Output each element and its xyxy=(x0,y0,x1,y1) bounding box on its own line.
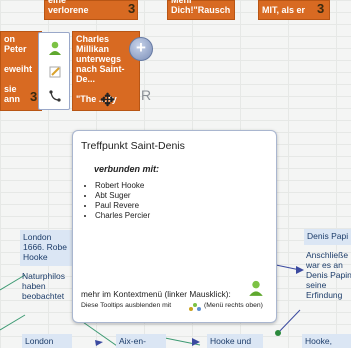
node-count: 3 xyxy=(317,1,325,16)
node-title[interactable]: Hooke und xyxy=(207,334,263,348)
node-title[interactable]: London xyxy=(22,334,72,348)
tooltip-subtitle: verbunden mit: xyxy=(94,164,160,174)
list-item: Robert Hooke xyxy=(95,181,150,191)
user-icon[interactable] xyxy=(46,39,64,57)
tooltip-more-text: mehr im Kontextmenü (linker Mausklick): xyxy=(81,289,231,299)
node-text: Mehr Dich!"Rausch xyxy=(171,0,231,15)
node-title[interactable]: Aix-en- xyxy=(116,334,166,348)
node-toolbar xyxy=(38,32,70,110)
node-text: on Peter eweiht sie ann xyxy=(4,34,33,104)
node-text: eine verlorene xyxy=(48,0,89,15)
resize-icon: R xyxy=(141,87,152,103)
node-card[interactable]: MIT, als er 3 xyxy=(258,0,330,20)
tooltip-hide-text: Diese Tooltips ausblenden mit xyxy=(81,302,172,309)
move-cursor-icon: ✥ xyxy=(100,90,116,110)
tooltip-hide-hint: (Menü rechts oben) xyxy=(204,302,263,309)
list-item: Paul Revere xyxy=(95,201,150,211)
node-text: Anschließe war es an Denis Papin seine E… xyxy=(306,250,351,300)
zoom-in-icon[interactable]: + xyxy=(129,37,153,61)
node-count: 3 xyxy=(128,1,136,16)
map-canvas[interactable]: eine verlorene 3 Mehr Dich!"Rausch MIT, … xyxy=(0,0,351,348)
node-tooltip: Treffpunkt Saint-Denis verbunden mit: Ro… xyxy=(72,130,277,323)
node-card[interactable]: Mehr Dich!"Rausch xyxy=(167,0,235,20)
list-item: Abt Suger xyxy=(95,191,150,201)
node-title[interactable]: London 1666. Robe Hooke xyxy=(20,230,72,266)
tooltip-title: Treffpunkt Saint-Denis xyxy=(81,140,185,152)
node-text: MIT, als er xyxy=(262,5,306,15)
menu-dots-icon xyxy=(188,299,202,317)
connection-list: Robert Hooke Abt Suger Paul Revere Charl… xyxy=(81,181,150,221)
connect-icon[interactable] xyxy=(46,87,64,105)
node-count: 3 xyxy=(30,89,38,104)
node-title[interactable]: Hooke, xyxy=(302,334,351,348)
edit-icon[interactable] xyxy=(46,63,64,81)
user-icon xyxy=(247,279,265,302)
node-card[interactable]: eine verlorene 3 xyxy=(44,0,138,20)
node-title[interactable]: Denis Papi xyxy=(304,229,351,245)
node-card[interactable]: on Peter eweiht sie ann 3 xyxy=(0,31,42,111)
node-text: Naturphilos haben beobachtet xyxy=(22,271,65,301)
list-item: Charles Percier xyxy=(95,211,150,221)
